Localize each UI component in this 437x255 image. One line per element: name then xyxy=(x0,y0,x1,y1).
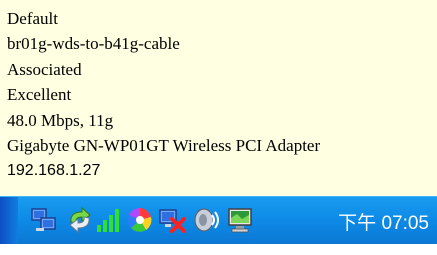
network-ssid: br01g-wds-to-b41g-cable xyxy=(7,34,180,54)
tray-edge xyxy=(0,197,18,245)
network-error-icon[interactable] xyxy=(158,206,186,234)
connection-status: Associated xyxy=(7,59,82,79)
color-wheel-icon[interactable] xyxy=(126,206,154,234)
wireless-status-tooltip: Default br01g-wds-to-b41g-cable Associat… xyxy=(0,0,437,196)
signal-strength-icon[interactable] xyxy=(94,206,122,234)
connection-arrows-icon[interactable] xyxy=(66,206,94,234)
signal-quality: Excellent xyxy=(7,85,72,105)
monitor-icon[interactable] xyxy=(226,206,254,234)
profile-name: Default xyxy=(7,9,58,28)
taskbar: 下午 07:05 xyxy=(0,196,437,245)
link-speed: 48.0 Mbps, 11g xyxy=(7,110,114,130)
taskbar-clock[interactable]: 下午 07:05 xyxy=(338,208,429,235)
adapter-name: Gigabyte GN-WP01GT Wireless PCI Adapter xyxy=(7,136,321,156)
network-computers-icon[interactable] xyxy=(30,206,58,234)
system-tray: 下午 07:05 xyxy=(0,196,437,245)
sound-icon[interactable] xyxy=(192,206,220,234)
ip-address: 192.168.1.27 xyxy=(7,162,101,180)
bottom-strip xyxy=(0,244,437,255)
